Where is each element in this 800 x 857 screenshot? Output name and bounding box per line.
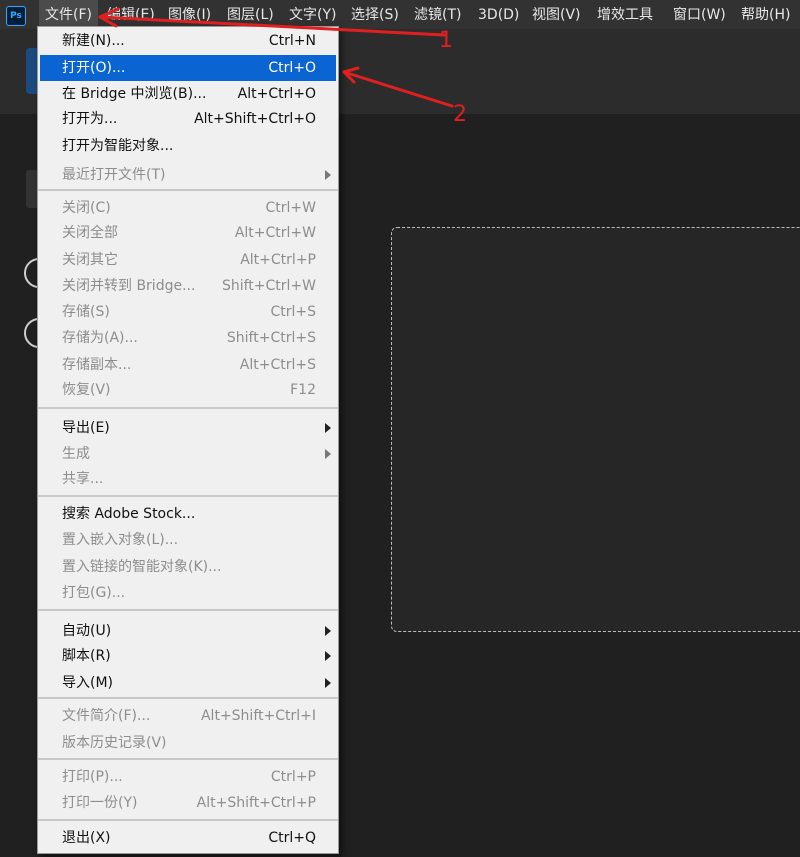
menu-separator (38, 609, 338, 611)
menu-item-search-adobe-stock[interactable]: 搜索 Adobe Stock... (40, 501, 336, 527)
menu-3d[interactable]: 3D(D) (478, 0, 519, 30)
menu-item-label: 存储为(A)... (62, 330, 138, 346)
menu-item-label: 搜索 Adobe Stock... (62, 506, 196, 522)
menu-item-shortcut: Alt+Shift+Ctrl+P (196, 795, 316, 811)
annotation-label-2: 2 (453, 102, 467, 127)
submenu-arrow-icon (325, 170, 331, 180)
menu-item-label: 自动(U) (62, 623, 112, 639)
photoshop-logo-icon: Ps (6, 6, 26, 26)
menu-item-label: 关闭(C) (62, 200, 111, 216)
menu-item-shortcut: Alt+Ctrl+P (240, 252, 316, 268)
menu-item-shortcut: Alt+Ctrl+O (237, 86, 316, 102)
menu-item-file-info[interactable]: 文件简介(F)... Alt+Shift+Ctrl+I (40, 703, 336, 729)
menu-item-share[interactable]: 共享... (40, 466, 336, 492)
menu-separator (38, 189, 338, 191)
menu-item-shortcut: F12 (290, 382, 316, 398)
menu-item-label: 置入链接的智能对象(K)... (62, 559, 222, 575)
menu-item-label: 存储副本... (62, 357, 132, 373)
menu-item-shortcut: Ctrl+P (270, 769, 316, 785)
menu-separator (38, 407, 338, 409)
menu-item-automate[interactable]: 自动(U) (40, 618, 336, 644)
menu-item-generate[interactable]: 生成 (40, 441, 336, 467)
menu-view[interactable]: 视图(V) (532, 0, 581, 30)
menu-item-browse-in-bridge[interactable]: 在 Bridge 中浏览(B)... Alt+Ctrl+O (40, 81, 336, 107)
menu-item-label: 关闭全部 (62, 225, 118, 241)
menu-item-revert[interactable]: 恢复(V) F12 (40, 377, 336, 403)
menu-item-label: 置入嵌入对象(L)... (62, 532, 179, 548)
menu-item-package[interactable]: 打包(G)... (40, 580, 336, 606)
menu-item-label: 打包(G)... (62, 585, 126, 601)
menu-item-save[interactable]: 存储(S) Ctrl+S (40, 299, 336, 325)
menu-window[interactable]: 窗口(W) (673, 0, 726, 30)
submenu-arrow-icon (325, 651, 331, 661)
menu-item-print-one-copy[interactable]: 打印一份(Y) Alt+Shift+Ctrl+P (40, 790, 336, 816)
submenu-arrow-icon (325, 449, 331, 459)
submenu-arrow-icon (325, 626, 331, 636)
menu-separator (38, 495, 338, 497)
menu-item-shortcut: Shift+Ctrl+W (221, 278, 316, 294)
menu-item-label: 新建(N)... (62, 33, 125, 49)
menu-item-label: 打开为智能对象... (62, 138, 174, 154)
annotation-label-1: 1 (439, 28, 453, 53)
menu-item-open-recent[interactable]: 最近打开文件(T) (40, 162, 336, 188)
menu-item-version-history[interactable]: 版本历史记录(V) (40, 730, 336, 756)
menu-item-label: 共享... (62, 471, 104, 487)
menu-item-shortcut: Ctrl+O (268, 60, 316, 76)
file-menu-dropdown: 新建(N)... Ctrl+N 打开(O)... Ctrl+O 在 Bridge… (37, 26, 339, 854)
menu-item-label: 退出(X) (62, 830, 111, 846)
menu-item-place-linked[interactable]: 置入链接的智能对象(K)... (40, 554, 336, 580)
menu-item-save-a-copy[interactable]: 存储副本... Alt+Ctrl+S (40, 352, 336, 378)
menu-item-save-as[interactable]: 存储为(A)... Shift+Ctrl+S (40, 325, 336, 351)
menu-item-label: 导入(M) (62, 675, 114, 691)
menu-item-open-as-smart-object[interactable]: 打开为智能对象... (40, 133, 336, 159)
menu-item-close[interactable]: 关闭(C) Ctrl+W (40, 195, 336, 221)
menu-item-label: 文件简介(F)... (62, 708, 151, 724)
submenu-arrow-icon (325, 678, 331, 688)
menu-item-label: 脚本(R) (62, 648, 111, 664)
menu-item-open[interactable]: 打开(O)... Ctrl+O (40, 55, 336, 81)
menu-item-label: 打印(P)... (62, 769, 123, 785)
menu-item-scripts[interactable]: 脚本(R) (40, 643, 336, 669)
menu-item-print[interactable]: 打印(P)... Ctrl+P (40, 764, 336, 790)
menu-item-shortcut: Ctrl+Q (268, 830, 316, 846)
menu-item-new[interactable]: 新建(N)... Ctrl+N (40, 28, 336, 54)
menu-separator (38, 758, 338, 760)
menu-item-label: 最近打开文件(T) (62, 167, 166, 183)
menu-item-close-all[interactable]: 关闭全部 Alt+Ctrl+W (40, 220, 336, 246)
menu-filter[interactable]: 滤镜(T) (414, 0, 461, 30)
file-drop-zone[interactable] (391, 227, 800, 632)
menu-item-label: 打开为... (62, 111, 118, 127)
menu-separator (38, 819, 338, 821)
menu-item-shortcut: Alt+Ctrl+S (239, 357, 316, 373)
menu-item-open-as[interactable]: 打开为... Alt+Shift+Ctrl+O (40, 106, 336, 132)
menu-item-export[interactable]: 导出(E) (40, 415, 336, 441)
menu-item-shortcut: Shift+Ctrl+S (226, 330, 316, 346)
menu-item-shortcut: Alt+Shift+Ctrl+O (194, 111, 316, 127)
menu-item-close-and-go-to-bridge[interactable]: 关闭并转到 Bridge... Shift+Ctrl+W (40, 273, 336, 299)
menu-item-label: 关闭并转到 Bridge... (62, 278, 196, 294)
menu-item-label: 恢复(V) (62, 382, 111, 398)
menu-item-exit[interactable]: 退出(X) Ctrl+Q (40, 825, 336, 851)
menu-select[interactable]: 选择(S) (351, 0, 399, 30)
menu-item-shortcut: Ctrl+S (270, 304, 316, 320)
menu-item-place-embedded[interactable]: 置入嵌入对象(L)... (40, 527, 336, 553)
menu-item-shortcut: Ctrl+W (265, 200, 316, 216)
menu-item-import[interactable]: 导入(M) (40, 670, 336, 696)
menu-item-label: 生成 (62, 446, 90, 462)
menu-item-label: 打印一份(Y) (62, 795, 138, 811)
submenu-arrow-icon (325, 423, 331, 433)
menu-item-close-others[interactable]: 关闭其它 Alt+Ctrl+P (40, 247, 336, 273)
menu-item-label: 在 Bridge 中浏览(B)... (62, 86, 207, 102)
menu-item-label: 版本历史记录(V) (62, 735, 167, 751)
menu-item-label: 打开(O)... (62, 60, 126, 76)
menu-plugins[interactable]: 增效工具 (597, 0, 653, 30)
menu-help[interactable]: 帮助(H) (741, 0, 790, 30)
menu-item-shortcut: Alt+Shift+Ctrl+I (200, 708, 316, 724)
menu-item-shortcut: Ctrl+N (268, 33, 316, 49)
menu-item-label: 导出(E) (62, 420, 110, 436)
menu-item-label: 关闭其它 (62, 252, 118, 268)
menu-item-shortcut: Alt+Ctrl+W (234, 225, 316, 241)
menu-separator (38, 697, 338, 699)
menu-item-label: 存储(S) (62, 304, 110, 320)
